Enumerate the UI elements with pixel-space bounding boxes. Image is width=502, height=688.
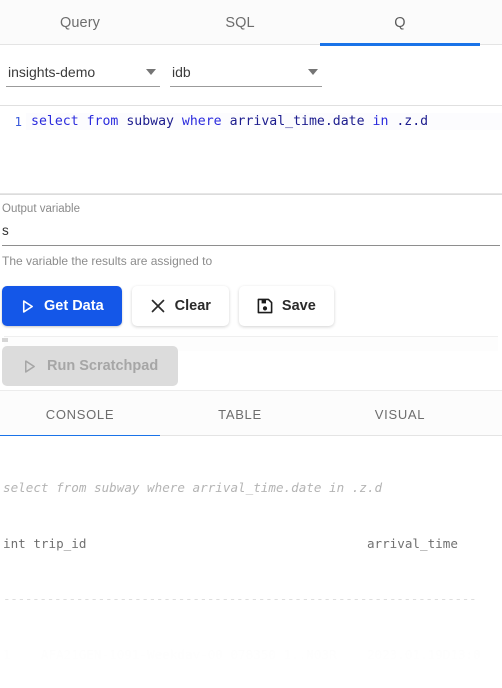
editor-divider <box>0 193 502 194</box>
connection-selector-row: insights-demo idb <box>0 45 502 93</box>
connection-select-value: insights-demo <box>8 63 96 80</box>
tab-label: SQL <box>225 14 255 31</box>
floppy-disk-save-icon <box>257 298 273 314</box>
save-button-label: Save <box>281 298 316 314</box>
scratchpad-row: Run Scratchpad <box>0 326 502 390</box>
console-output-panel[interactable]: select from subway where arrival_time.da… <box>0 436 502 663</box>
console-row: 1 AFA21GEN-1091-Weekday-00_078350_1..N03… <box>3 646 481 662</box>
tab-label: Q <box>394 14 406 31</box>
code-token: from <box>86 114 119 129</box>
database-select[interactable]: idb <box>170 57 322 87</box>
database-select-value: idb <box>172 63 191 80</box>
active-tab-indicator <box>320 43 480 46</box>
result-tab-console[interactable]: CONSOLE <box>0 391 160 438</box>
get-data-button-label: Get Data <box>44 298 104 314</box>
tab-sql[interactable]: SQL <box>160 0 320 45</box>
action-button-row: Get Data Clear Save <box>0 269 502 326</box>
play-outline-icon <box>22 359 37 374</box>
line-number: 1 <box>14 114 22 129</box>
background-marker <box>2 338 8 342</box>
save-button[interactable]: Save <box>238 286 334 326</box>
console-divider: ----------------------------------------… <box>3 591 477 606</box>
play-icon <box>20 299 35 314</box>
output-variable-helper-text: The variable the results are assigned to <box>2 254 213 268</box>
result-tab-label: VISUAL <box>374 406 426 422</box>
code-token: .z.d <box>396 114 429 129</box>
tab-query[interactable]: Query <box>0 0 160 45</box>
close-x-icon <box>150 298 166 314</box>
run-scratchpad-button[interactable]: Run Scratchpad <box>2 346 179 386</box>
result-tab-label: CONSOLE <box>45 406 115 422</box>
result-tab-bar: CONSOLE TABLE VISUAL <box>0 390 502 438</box>
console-rows-container: 1 AFA21GEN-1091-Weekday-00_078350_1..N03… <box>3 646 502 664</box>
connection-select[interactable]: insights-demo <box>6 57 160 87</box>
chevron-down-icon <box>308 68 318 75</box>
output-variable-section: Output variable The variable the results… <box>0 195 502 269</box>
clear-button-label: Clear <box>174 298 211 314</box>
console-echoed-query: select from subway where arrival_time.da… <box>3 480 383 495</box>
code-token: where <box>181 114 222 129</box>
code-token: in <box>372 114 389 129</box>
tab-q[interactable]: Q <box>320 0 480 46</box>
output-variable-label: Output variable <box>2 203 80 215</box>
code-token: select <box>31 114 79 129</box>
console-column-header: int trip_id arrival_time <box>3 535 458 551</box>
editor-line-1: 1 select from subway where arrival_time.… <box>0 106 502 130</box>
output-variable-input[interactable] <box>2 217 500 246</box>
result-tab-visual[interactable]: VISUAL <box>320 391 480 437</box>
clear-button[interactable]: Clear <box>131 286 229 326</box>
code-token: arrival_time.date <box>229 114 365 129</box>
q-query-editor-app: Query SQL Q insights-demo idb 1 select fro… <box>0 0 502 688</box>
result-tab-label: TABLE <box>218 406 262 422</box>
get-data-button[interactable]: Get Data <box>2 286 122 326</box>
tab-label: Query <box>60 14 100 31</box>
chevron-down-icon <box>146 68 156 75</box>
query-code-editor[interactable]: 1 select from subway where arrival_time.… <box>0 105 502 195</box>
code-token: subway <box>126 114 174 129</box>
query-code-text[interactable]: select from subway where arrival_time.da… <box>26 113 502 130</box>
run-scratchpad-button-label: Run Scratchpad <box>47 358 159 374</box>
result-tab-table[interactable]: TABLE <box>160 391 320 437</box>
top-tab-bar: Query SQL Q <box>0 0 502 46</box>
